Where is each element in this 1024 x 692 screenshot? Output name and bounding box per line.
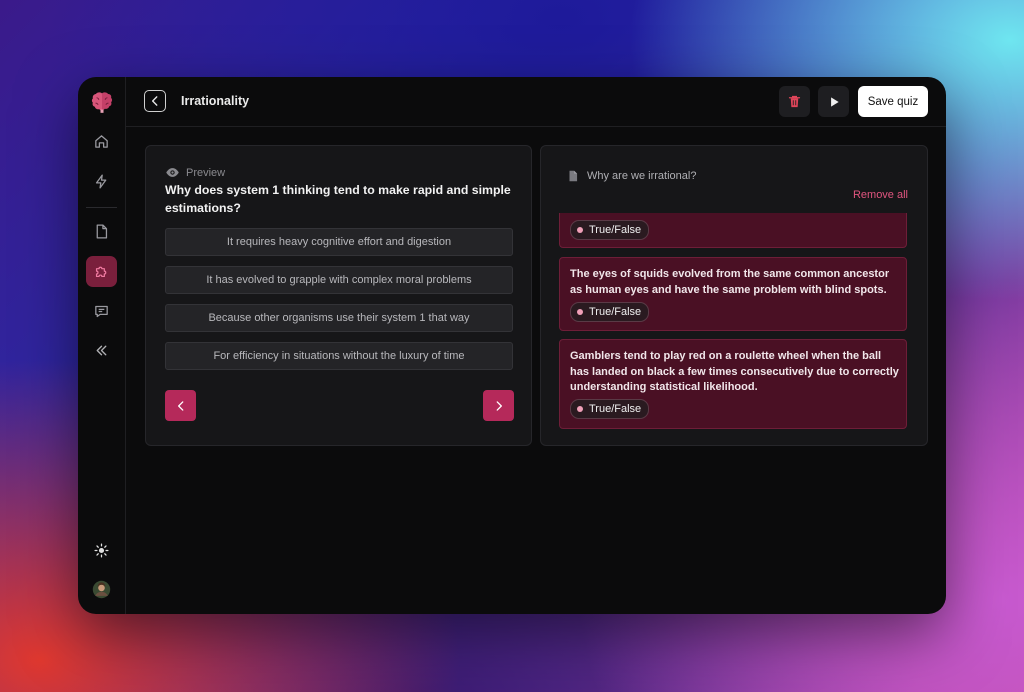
sidebar-item-quizzes[interactable] [86,256,117,287]
question-card-text: Gamblers tend to play red on a roulette … [570,350,899,393]
sidebar-item-home[interactable] [86,126,117,157]
avatar[interactable] [86,574,117,605]
question-type-tag: True/False [570,399,650,419]
question-card-text: The eyes of squids evolved from the same… [570,268,890,296]
chevron-left-icon [151,96,158,106]
play-button[interactable] [818,86,849,117]
question-card[interactable]: The eyes of squids evolved from the same… [559,257,907,331]
question-type-label: True/False [589,403,642,415]
preview-header: Preview [165,165,225,180]
sidebar [78,77,126,614]
eye-icon [166,168,179,177]
lightning-icon [95,174,107,189]
question-type-label: True/False [589,224,642,236]
sun-icon [94,543,109,558]
double-chevron-left-icon [96,345,107,356]
tag-dot [577,406,583,412]
puzzle-icon [95,266,107,278]
trash-icon [788,95,801,108]
page-title: Irrationality [181,94,250,108]
tag-dot [577,309,583,315]
document-icon [569,170,578,182]
question-text: Why does system 1 thinking tend to make … [165,183,511,215]
chevron-right-icon [496,400,502,411]
app-window: Irrationality Save quiz Preview Why does… [78,77,946,614]
document-title: Why are we irrational? [587,170,697,182]
play-icon [830,96,839,107]
top-bar: Irrationality Save quiz [126,77,946,127]
save-quiz-button[interactable]: Save quiz [858,86,928,117]
chevron-left-icon [177,400,183,411]
questions-panel: Why are we irrational? Remove all True/F… [540,145,928,446]
sidebar-item-activity[interactable] [86,166,117,197]
question-type-label: True/False [589,306,642,318]
sidebar-divider [86,207,117,208]
previous-question-button[interactable] [165,390,196,421]
question-type-tag: True/False [570,220,650,240]
back-button[interactable] [144,90,166,112]
answer-option[interactable]: It has evolved to grapple with complex m… [165,266,513,294]
delete-button[interactable] [779,86,810,117]
question-card[interactable]: True/False [559,213,907,248]
remove-all-button[interactable]: Remove all [853,189,908,201]
preview-panel: Preview Why does system 1 thinking tend … [145,145,532,446]
brain-logo-icon[interactable] [86,86,117,117]
document-header: Why are we irrational? [566,169,696,183]
document-icon [96,224,108,239]
home-icon [95,135,108,148]
answer-option[interactable]: For efficiency in situations without the… [165,342,513,370]
sidebar-item-chat[interactable] [86,296,117,327]
question-type-tag: True/False [570,302,650,322]
sidebar-item-documents[interactable] [86,216,117,247]
tag-dot [577,227,583,233]
preview-label: Preview [186,166,226,179]
answer-option[interactable]: It requires heavy cognitive effort and d… [165,228,513,256]
question-card[interactable]: Gamblers tend to play red on a roulette … [559,339,907,429]
sidebar-collapse-button[interactable] [86,335,117,366]
next-question-button[interactable] [483,390,514,421]
theme-toggle-button[interactable] [86,535,117,566]
question-list[interactable]: True/False The eyes of squids evolved fr… [541,213,927,445]
chat-icon [95,305,108,318]
answer-option[interactable]: Because other organisms use their system… [165,304,513,332]
